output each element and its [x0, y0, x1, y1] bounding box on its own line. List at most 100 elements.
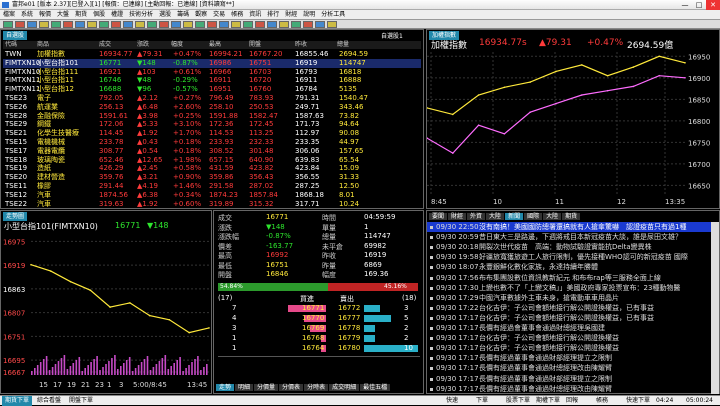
menu-item[interactable]: 期貨 [72, 11, 90, 18]
toolbar-button[interactable] [303, 21, 313, 28]
toolbar-button[interactable] [291, 21, 301, 28]
news-item[interactable]: 09/30 17:56 布布集團設數位資訊教新紀元 和布布rap等三服務全面上線 [427, 273, 711, 283]
close-button[interactable]: ✕ [706, 0, 720, 10]
quote-col-header[interactable]: 代碼 [5, 41, 17, 49]
news-item[interactable]: 09/30 17:17 台化吉伊：子公司會額地接行解公開證換權益，已有事益 [427, 313, 711, 323]
quote-row[interactable]: FIMTXN11 小型台指12 16688 ▼96 -0.57% 16951 16760 16… [3, 85, 421, 94]
news-tab[interactable]: 要聞 [429, 213, 448, 220]
toolbar-button[interactable] [15, 21, 25, 28]
toolbar-button[interactable] [231, 21, 241, 28]
quote-col-header[interactable]: 總量 [337, 41, 349, 49]
menu-item[interactable]: 財經 [282, 11, 300, 18]
news-tab[interactable]: 大陸 [486, 213, 505, 220]
news-item[interactable]: 09/30 20:59 昔日東大三是路邊，下週將戒目本新冠疫苗大談，誰是尿田文雄？ [427, 232, 711, 242]
toolbar-button[interactable] [27, 21, 37, 28]
toolbar-button[interactable] [147, 21, 157, 28]
quote-col-header[interactable]: 成交 [99, 41, 111, 49]
detail-tab[interactable]: 成交明細 [329, 384, 360, 391]
menu-item[interactable]: 報價 [36, 11, 54, 18]
menu-item[interactable]: 觀察 [192, 11, 210, 18]
toolbar-button[interactable] [315, 21, 325, 28]
toolbar-button[interactable] [111, 21, 121, 28]
detail-tab[interactable]: 走勢 [216, 384, 235, 391]
toolbar-button[interactable] [327, 21, 337, 28]
maximize-button[interactable]: □ [692, 0, 706, 10]
menu-item[interactable]: 大盤 [54, 11, 72, 18]
toolbar-button[interactable] [75, 21, 85, 28]
quote-row[interactable]: TSE12 汽車 1874.56 ▲6.38 +0.34% 1874.23 1857.84 1… [3, 191, 421, 200]
news-item[interactable]: 09/30 17:17 長價有經過董事會通過財部經理提立之限制 [427, 374, 711, 384]
news-item[interactable]: 09/30 19:58 好疆旅寬獲旅遊工人旅行限制，優先接種WHO認可的新冠疫苗 … [427, 252, 711, 262]
quote-row[interactable]: TSE15 電機機械 233.78 ▲0.43 +0.18% 233.93 232.33 23… [3, 138, 421, 147]
quote-col-header[interactable]: 最高 [209, 41, 221, 49]
toolbar-button[interactable] [243, 21, 253, 28]
toolbar-button[interactable] [123, 21, 133, 28]
toolbar-button[interactable] [159, 21, 169, 28]
menu-item[interactable]: 排行 [264, 11, 282, 18]
news-item[interactable]: 09/30 17:17 台化吉伊：子公司會額地接行解公開證換權益 [427, 333, 711, 343]
news-scrollbar[interactable] [711, 222, 719, 394]
quote-row[interactable]: FIMTXN11 小型台指11 16746 ▼48 -0.29% 16911 16720 16… [3, 76, 421, 85]
quote-row[interactable]: TSE22 汽車 319.63 ▲1.92 +0.60% 319.89 315.32 317.… [3, 200, 421, 209]
quote-col-header[interactable]: 開盤 [249, 41, 261, 49]
news-item[interactable]: 09/30 17:29 中國汽車數據外主車未身，搶電動車車用晶片 [427, 293, 711, 303]
news-item[interactable]: 09/30 17:22 台化吉伊：子公司會額地接行解公開證換權益，已有事益 [427, 303, 711, 313]
news-tab[interactable]: 大陸 [543, 213, 562, 220]
detail-tab[interactable]: 分價表 [279, 384, 304, 391]
quote-row[interactable]: TSE29 鋼鐵 172.06 ▲5.33 +3.10% 172.36 172.45 171.… [3, 120, 421, 129]
tab-trend[interactable]: 走勢圖 [3, 212, 28, 221]
quote-col-header[interactable]: 昨收 [295, 41, 307, 49]
quote-row[interactable]: TSE26 航運業 256.13 ▲6.48 +2.60% 258.10 250.53 249… [3, 103, 421, 112]
news-item[interactable]: 09/30 17:17 台化吉伊：子公司會額地接行解公開證換權益 [427, 343, 711, 353]
news-item[interactable]: 09/30 20:18 開裂次世代疫苗 高端：動物試驗證實能抗Delta變異株 [427, 242, 711, 252]
menu-item[interactable]: 分析工具 [318, 11, 348, 18]
toolbar-button[interactable] [135, 21, 145, 28]
menu-item[interactable]: 資訊 [246, 11, 264, 18]
toolbar-button[interactable] [51, 21, 61, 28]
news-item[interactable]: 09/30 18:07 永豐銀鮮化數化家族，永達持續年勝體 [427, 262, 711, 272]
toolbar-button[interactable] [171, 21, 181, 28]
toolbar-button[interactable] [195, 21, 205, 28]
detail-tab[interactable]: 最佳五檔 [360, 384, 391, 391]
menu-item[interactable]: 籌碼 [174, 11, 192, 18]
menu-item[interactable]: 帳務 [228, 11, 246, 18]
quote-col-header[interactable]: 幅度 [171, 41, 183, 49]
news-tab[interactable]: 財經 [448, 213, 467, 220]
news-tab[interactable]: 外資 [467, 213, 486, 220]
menu-item[interactable]: 檔案 [0, 11, 18, 18]
quote-row[interactable]: TSE28 金融保險 1591.61 ▲3.98 +0.25% 1591.88 1582.4… [3, 112, 421, 121]
detail-tab[interactable]: 分價量 [254, 384, 279, 391]
quote-row[interactable]: TSE23 電子 792.05 ▲2.12 +0.27% 796.49 783.93 791.… [3, 94, 421, 103]
menu-item[interactable]: 說明 [300, 11, 318, 18]
toolbar-button[interactable] [3, 21, 13, 28]
menu-item[interactable]: 個股 [90, 11, 108, 18]
news-tab[interactable]: 新聞 [505, 213, 524, 220]
tab-watchlist[interactable]: 自選股 [3, 31, 28, 40]
detail-tab[interactable]: 分時表 [304, 384, 329, 391]
news-tab[interactable]: 國際 [524, 213, 543, 220]
news-item[interactable]: 09/30 22:50 沒有南搞！美國國防總署還搞就有人搶傘驚嚇 認證疫苗只有過1… [427, 222, 711, 233]
menu-item[interactable]: 權證 [108, 11, 126, 18]
news-item[interactable]: 09/30 17:17 長價有經過董事會通過財總經理改由陳耀臂 [427, 384, 711, 394]
toolbar-button[interactable] [219, 21, 229, 28]
quote-row[interactable]: FIMTXN10 小型台指101 16771 ▼148 -0.87% 16986 16751… [3, 58, 421, 68]
menu-item[interactable]: 選股 [156, 11, 174, 18]
toolbar-button[interactable] [267, 21, 277, 28]
quote-row[interactable]: TSE20 建材營造 359.76 ▲3.21 +0.90% 359.86 356.43 35… [3, 173, 421, 182]
quote-col-header[interactable]: 漲跌 [137, 41, 149, 49]
quote-row[interactable]: TSE17 電器電纜 308.77 ▲0.54 +0.18% 308.52 301.48 30… [3, 147, 421, 156]
quote-row[interactable]: TWN 加權指數 16934.77 ▲79.31 +0.47% 16994.21 16767… [3, 50, 421, 59]
news-tab[interactable]: 期貨 [562, 213, 581, 220]
menu-item[interactable]: 系統 [18, 11, 36, 18]
quote-row[interactable]: TSE18 玻璃陶瓷 652.46 ▲12.65 +1.98% 657.15 640.90 6… [3, 156, 421, 165]
news-item[interactable]: 09/30 17:17 長價有經過會董事會通過財總經理吳國建 [427, 323, 711, 333]
menu-item[interactable]: 交易 [210, 11, 228, 18]
toolbar-button[interactable] [87, 21, 97, 28]
quote-row[interactable]: TSE19 造紙 426.29 ▲2.45 +0.58% 431.59 423.82 423.… [3, 164, 421, 173]
toolbar-button[interactable] [279, 21, 289, 28]
toolbar-button[interactable] [63, 21, 73, 28]
quote-row[interactable]: TSE21 化學生技醫療 114.45 ▲1.92 +1.70% 114.53 113.25… [3, 129, 421, 138]
news-item[interactable]: 09/30 17:30 上變也數不了「上變文稿」」美國政府專家投票宣布：23種動物… [427, 283, 711, 293]
menu-item[interactable]: 技術分析 [126, 11, 156, 18]
minimize-button[interactable]: — [678, 0, 692, 10]
